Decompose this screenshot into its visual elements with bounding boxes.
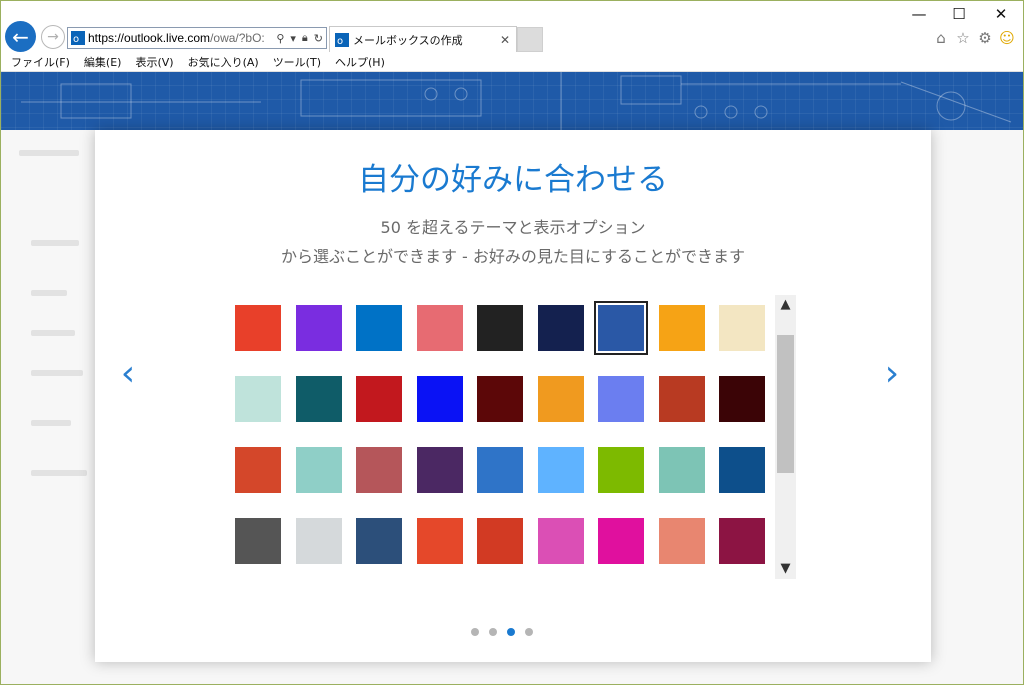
theme-black-tile[interactable] <box>477 305 523 351</box>
theme-navy-tile[interactable] <box>538 305 584 351</box>
scroll-thumb[interactable] <box>777 335 794 473</box>
theme-bright-blue-tile[interactable] <box>417 376 463 422</box>
theme-red-dots-tile[interactable] <box>356 376 402 422</box>
dialog-title: 自分の好みに合わせる <box>358 162 668 198</box>
background-placeholder <box>31 330 75 336</box>
page-dot[interactable] <box>471 628 479 636</box>
background-placeholder <box>31 290 67 296</box>
address-url[interactable]: https://outlook.live.com/owa/?bO: <box>88 31 273 45</box>
page-dot[interactable] <box>489 628 497 636</box>
theme-lego-tile[interactable] <box>659 305 705 351</box>
dialog-subtitle-line1: 50 を超えるテーマと表示オプション <box>380 218 646 237</box>
next-page-button[interactable]: › <box>881 354 903 394</box>
tab-mailbox-create[interactable]: o メールボックスの作成 ✕ <box>329 26 517 52</box>
theme-ocean-tile[interactable] <box>719 447 765 493</box>
theme-blueprint-tile[interactable] <box>594 301 648 355</box>
browser-titlebar: ← → o https://outlook.live.com/owa/?bO: … <box>1 1 1023 53</box>
scroll-up-icon[interactable]: ▲ <box>775 295 796 315</box>
smiley-feedback-icon[interactable]: ☺ <box>998 29 1016 47</box>
menu-edit[interactable]: 編集(E) <box>84 54 122 70</box>
theme-blue-tile[interactable] <box>356 305 402 351</box>
theme-teal-split-tile[interactable] <box>659 447 705 493</box>
page-dot[interactable] <box>525 628 533 636</box>
back-arrow-icon: ← <box>12 24 29 49</box>
dropdown-arrow-icon[interactable]: ▾ <box>290 32 296 45</box>
theme-paint-tile[interactable] <box>477 518 523 564</box>
theme-dark-maroon-tile[interactable] <box>719 376 765 422</box>
theme-vermilion-tile[interactable] <box>417 518 463 564</box>
home-icon[interactable]: ⌂ <box>932 29 950 47</box>
gear-icon[interactable]: ⚙ <box>976 29 994 47</box>
maximize-button[interactable]: ☐ <box>947 5 971 23</box>
scroll-down-icon[interactable]: ▼ <box>775 559 796 579</box>
outlook-favicon-icon: o <box>335 32 349 47</box>
theme-grid <box>235 301 771 581</box>
background-placeholder <box>19 150 79 156</box>
menu-view[interactable]: 表示(V) <box>135 54 173 70</box>
theme-salmon-tile[interactable] <box>659 518 705 564</box>
theme-mint-pattern-tile[interactable] <box>235 376 281 422</box>
theme-teal-cubes-tile[interactable] <box>296 447 342 493</box>
theme-sky-tile[interactable] <box>538 447 584 493</box>
tab-close-icon[interactable]: ✕ <box>498 33 512 47</box>
theme-geometric-tile[interactable] <box>235 305 281 351</box>
refresh-icon[interactable]: ↻ <box>314 32 323 45</box>
theme-magenta-tile[interactable] <box>598 518 644 564</box>
svg-text:o: o <box>73 34 79 45</box>
url-domain: https://outlook.live.com <box>88 31 211 45</box>
background-placeholder <box>31 420 71 426</box>
menu-file[interactable]: ファイル(F) <box>11 54 70 70</box>
theme-picker-dialog: 自分の好みに合わせる 50 を超えるテーマと表示オプション から選ぶことができま… <box>95 130 931 662</box>
menu-bar: ファイル(F) 編集(E) 表示(V) お気に入り(A) ツール(T) ヘルプ(… <box>1 53 1023 72</box>
browser-window: ← → o https://outlook.live.com/owa/?bO: … <box>0 0 1024 685</box>
background-placeholder <box>31 370 83 376</box>
svg-text:o: o <box>337 36 343 47</box>
theme-mountain-tile[interactable] <box>356 518 402 564</box>
forward-arrow-icon: → <box>47 29 59 45</box>
theme-plum-tile[interactable] <box>417 447 463 493</box>
favorites-star-icon[interactable]: ☆ <box>954 29 972 47</box>
page-indicator <box>471 628 533 636</box>
lock-icon[interactable]: 🔒︎ <box>302 31 308 45</box>
theme-palm-sunset-tile[interactable] <box>417 305 463 351</box>
theme-brush-tile[interactable] <box>659 376 705 422</box>
menu-favorites[interactable]: お気に入り(A) <box>188 54 259 70</box>
tab-label: メールボックスの作成 <box>353 33 463 47</box>
background-placeholder <box>31 240 79 246</box>
dialog-subtitle-line2: から選ぶことができます - お好みの見た目にすることができます <box>280 247 746 266</box>
theme-water-tile[interactable] <box>477 447 523 493</box>
forward-button[interactable]: → <box>41 25 65 49</box>
previous-page-button[interactable]: ‹ <box>117 354 139 394</box>
menu-tools[interactable]: ツール(T) <box>273 54 321 70</box>
back-button[interactable]: ← <box>5 21 36 52</box>
background-placeholder <box>31 470 87 476</box>
theme-burgundy-tile[interactable] <box>719 518 765 564</box>
menu-help[interactable]: ヘルプ(H) <box>335 54 385 70</box>
theme-crayons-tile[interactable] <box>538 376 584 422</box>
search-icon[interactable]: ⚲ <box>276 32 284 45</box>
theme-purple-waves-tile[interactable] <box>296 305 342 351</box>
url-path: /owa/?bO: <box>210 31 265 45</box>
minimize-button[interactable]: — <box>907 5 931 23</box>
blueprint-drawing-icon <box>21 72 1012 130</box>
theme-lime-tile[interactable] <box>598 447 644 493</box>
theme-orange-red-tile[interactable] <box>235 447 281 493</box>
theme-grid-scrollbar[interactable]: ▲ ▼ <box>775 295 796 579</box>
theme-gray-split-tile[interactable] <box>235 518 281 564</box>
blueprint-banner <box>1 72 1023 130</box>
page-dot[interactable] <box>507 628 515 636</box>
theme-polygons-tile[interactable] <box>598 376 644 422</box>
address-bar[interactable]: o https://outlook.live.com/owa/?bO: ⚲ ▾ … <box>67 27 327 49</box>
theme-pink-tile[interactable] <box>538 518 584 564</box>
close-window-button[interactable]: ✕ <box>989 5 1013 23</box>
new-tab-button[interactable] <box>517 27 543 52</box>
theme-bokeh-tile[interactable] <box>356 447 402 493</box>
theme-lucky-cat-tile[interactable] <box>719 305 765 351</box>
theme-stripes-tile[interactable] <box>296 518 342 564</box>
theme-circuit-tile[interactable] <box>296 376 342 422</box>
outlook-favicon-icon: o <box>71 31 85 45</box>
theme-maroon-tile[interactable] <box>477 376 523 422</box>
page-content: 自分の好みに合わせる 50 を超えるテーマと表示オプション から選ぶことができま… <box>1 72 1023 684</box>
